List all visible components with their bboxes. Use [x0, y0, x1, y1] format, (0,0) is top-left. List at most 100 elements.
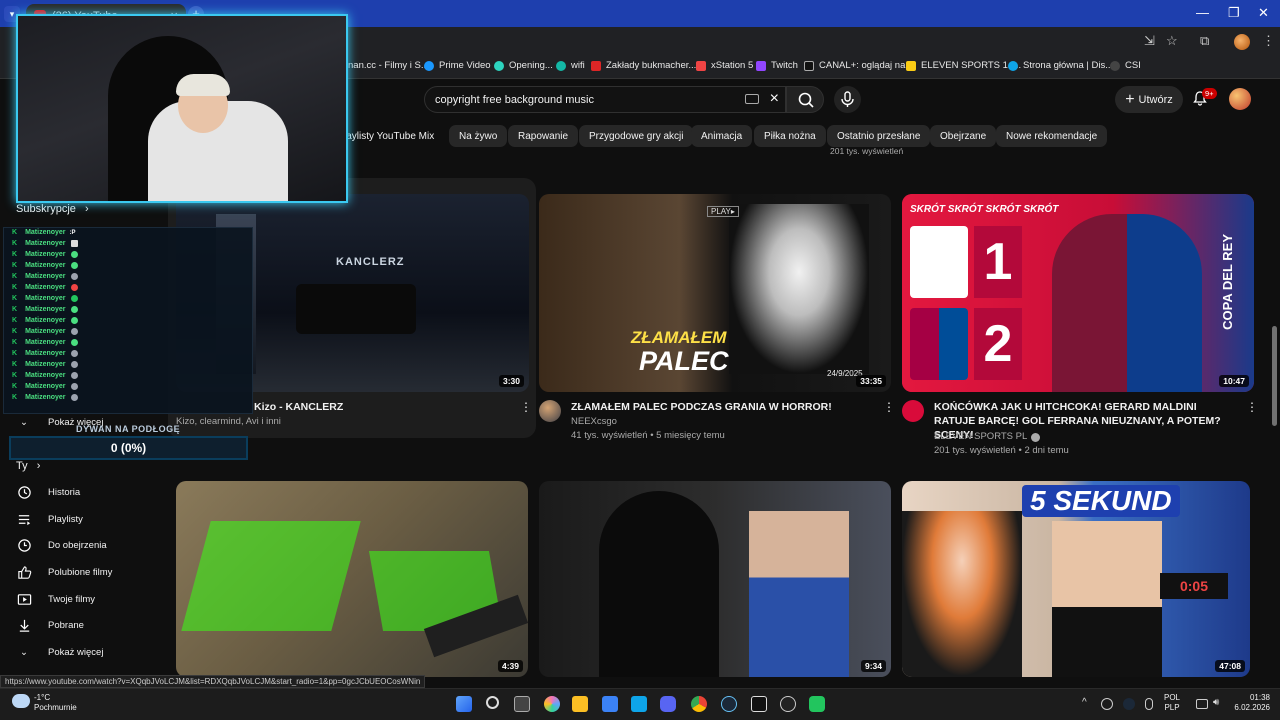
chat-emote-icon — [70, 306, 78, 313]
video-thumbnail-5-sekund[interactable]: 5 SEKUND 0:05 47:08 — [902, 481, 1250, 677]
chip-animation[interactable]: Animacja — [691, 125, 753, 147]
sidebar-item-your-videos[interactable]: Twoje filmy — [16, 587, 95, 611]
chat-line: K Matizenoyer — [12, 262, 78, 269]
bookmark-star-icon[interactable]: ☆ — [1166, 33, 1178, 49]
video-thumbnail-hood[interactable]: 9:34 — [539, 481, 891, 677]
bookmark-6[interactable]: Twitch — [756, 60, 798, 71]
bookmark-label: nan.cc - Filmy i S... — [348, 60, 429, 71]
video-menu-icon[interactable]: ⋮ — [520, 400, 532, 414]
create-button[interactable]: + Utwórz — [1115, 86, 1183, 113]
account-avatar[interactable] — [1229, 88, 1251, 110]
voice-search-button[interactable] — [834, 86, 861, 113]
video-title[interactable]: ZŁAMAŁEM PALEC PODCZAS GRANIA W HORROR! — [571, 400, 871, 414]
bookmark-10[interactable]: CSI — [1110, 60, 1141, 71]
page-scrollbar-thumb[interactable] — [1272, 326, 1277, 426]
chip-action-adventure[interactable]: Przygodowe gry akcji — [579, 125, 694, 147]
keyboard-icon[interactable] — [745, 94, 759, 104]
channel-avatar[interactable] — [902, 400, 924, 422]
chat-line: K Matizenoyer — [12, 339, 78, 346]
sidebar-subscriptions-heading[interactable]: Subskrypcje › — [16, 203, 89, 215]
chat-badge-icon: K — [12, 372, 18, 379]
sidebar-item-playlists[interactable]: Playlisty — [16, 507, 83, 531]
task-view-icon[interactable] — [514, 696, 530, 712]
bookmark-1[interactable]: Prime Video — [424, 60, 491, 71]
app-green-icon[interactable] — [809, 696, 825, 712]
extensions-icon[interactable]: ⧉ — [1200, 33, 1209, 49]
chip-recently-uploaded[interactable]: Ostatnio przesłane — [827, 125, 931, 147]
mic-tray-icon[interactable] — [1145, 698, 1153, 710]
clear-search-icon[interactable]: × — [770, 90, 779, 108]
video-title[interactable]: Kizo - KANCLERZ — [254, 400, 514, 414]
file-explorer-icon[interactable] — [572, 696, 588, 712]
cloud-weather-icon[interactable] — [12, 694, 30, 708]
bookmark-7[interactable]: CANAL+: oglądaj na... — [804, 60, 913, 71]
video-thumbnail-cs2[interactable]: 4:39 — [176, 481, 528, 677]
close-window-icon[interactable]: ✕ — [1258, 5, 1269, 21]
sidebar-item-label: Do obejrzenia — [48, 539, 107, 551]
video-thumbnail-eleven[interactable]: SKRÓT SKRÓT SKRÓT SKRÓT 1 2 COPA DEL REY… — [902, 194, 1254, 392]
chrome-icon[interactable] — [691, 696, 707, 712]
bookmark-3[interactable]: wifi — [556, 60, 585, 71]
bookmark-8[interactable]: ELEVEN SPORTS 1 t... — [906, 60, 1021, 71]
volume-icon[interactable]: 🔊︎ — [1213, 697, 1219, 708]
epic-games-icon[interactable] — [751, 696, 767, 712]
chat-line: K Matizenoyer — [12, 394, 78, 401]
chip-live[interactable]: Na żywo — [449, 125, 508, 147]
sidebar-you-heading[interactable]: Ty › — [16, 460, 40, 472]
restore-icon[interactable]: ❐ — [1228, 5, 1240, 21]
bookmark-4[interactable]: Zakłady bukmacher... — [591, 60, 696, 71]
video-channel[interactable]: NEEXcsgo — [571, 415, 617, 429]
video-channel[interactable]: ELEVEN SPORTS PL — [934, 430, 1027, 444]
language-indicator[interactable]: POL PLP — [1164, 693, 1180, 713]
bookmark-5[interactable]: xStation 5 — [696, 60, 753, 71]
discord-icon[interactable] — [660, 696, 676, 712]
video-thumbnail-palec[interactable]: PLAY▸ ZŁAMAŁEM PALEC 24/9/2025 33:35 — [539, 194, 891, 392]
link-status-bar: https://www.youtube.com/watch?v=XQqbJVoL… — [0, 675, 426, 688]
weather-desc: Pochmurnie — [34, 703, 77, 712]
bookmark-2[interactable]: Opening... — [494, 60, 553, 71]
chat-emote-icon — [70, 251, 78, 258]
video-stats: 201 tys. wyświetleń • 2 dni temu — [934, 445, 1069, 456]
chip-watched[interactable]: Obejrzane — [930, 125, 997, 147]
steam-tray-icon[interactable] — [1123, 698, 1135, 710]
chat-badge-icon: K — [12, 295, 18, 302]
timer-display: 0:05 — [1160, 573, 1228, 599]
clock[interactable]: 01:38 6.02.2026 — [1226, 693, 1270, 713]
chrome-profile-avatar[interactable] — [1234, 34, 1250, 50]
video-menu-icon[interactable]: ⋮ — [883, 400, 895, 414]
sidebar-show-more-you[interactable]: ⌄ Pokaż więcej — [16, 640, 103, 664]
weather-widget[interactable]: -1°C Pochmurnie — [34, 693, 77, 713]
steam-icon[interactable] — [721, 696, 737, 712]
network-icon[interactable] — [1196, 699, 1208, 709]
photos-icon[interactable] — [631, 696, 647, 712]
store-icon[interactable] — [602, 696, 618, 712]
bookmark-9[interactable]: Strona główna | Dis... — [1008, 60, 1113, 71]
chat-line: K Matizenoyer — [12, 295, 78, 302]
channel-avatar[interactable] — [539, 400, 561, 422]
copa-del-rey-text: COPA DEL REY — [1220, 234, 1235, 330]
install-app-icon[interactable]: ⇲ — [1144, 33, 1155, 49]
sync-tray-icon[interactable] — [1101, 698, 1113, 710]
search-taskbar-icon[interactable] — [486, 696, 499, 709]
notification-count-badge: 9+ — [1202, 88, 1217, 99]
bookmark-0[interactable]: nan.cc - Filmy i S... — [348, 60, 429, 71]
sidebar-item-downloads[interactable]: Pobrane — [16, 613, 84, 637]
sidebar-item-history[interactable]: Historia — [16, 480, 80, 504]
chip-new-recommendations[interactable]: Nowe rekomendacje — [996, 125, 1108, 147]
chip-football[interactable]: Piłka nożna — [754, 125, 826, 147]
video-channel[interactable]: Kizo, clearmind, Avi i inni — [176, 415, 496, 429]
chip-youtube-mix[interactable]: laylisty YouTube Mix — [340, 125, 444, 147]
chat-username: Matizenoyer — [25, 240, 66, 247]
obs-icon[interactable] — [780, 696, 796, 712]
search-input[interactable]: copyright free background music × — [424, 86, 786, 113]
chip-rap[interactable]: Rapowanie — [508, 125, 579, 147]
sidebar-item-watch-later[interactable]: Do obejrzenia — [16, 533, 107, 557]
chrome-menu-icon[interactable]: ⋮ — [1262, 33, 1275, 49]
video-menu-icon[interactable]: ⋮ — [1246, 400, 1258, 414]
search-button[interactable] — [786, 86, 824, 113]
tray-overflow-icon[interactable]: ^ — [1082, 697, 1087, 708]
copilot-icon[interactable] — [544, 696, 560, 712]
windows-start-icon[interactable] — [456, 696, 472, 712]
sidebar-item-liked[interactable]: Polubione filmy — [16, 560, 112, 584]
minimize-icon[interactable]: — — [1196, 5, 1209, 20]
